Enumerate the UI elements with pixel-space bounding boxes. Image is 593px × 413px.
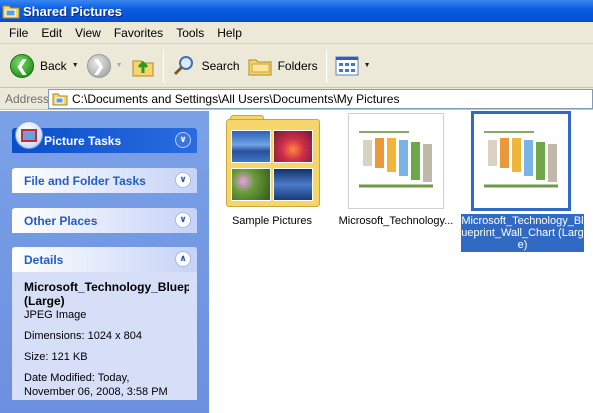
- wall-chart-thumbnail-icon: [355, 124, 437, 194]
- forward-dropdown-icon[interactable]: ▼: [116, 62, 123, 69]
- forward-button[interactable]: ❯ ▼: [83, 48, 127, 84]
- search-icon: [173, 55, 193, 75]
- picture-tasks-title: Picture Tasks: [44, 133, 122, 148]
- folders-button[interactable]: Folders: [244, 48, 322, 84]
- toolbar: ❮ Back ▼ ❯ ▼ Search Folders ▼: [0, 44, 593, 88]
- menu-favorites[interactable]: Favorites: [109, 26, 168, 40]
- item-label: Microsoft_Technology...: [338, 215, 454, 227]
- image-thumbnail: [348, 113, 444, 209]
- views-dropdown-icon[interactable]: ▼: [364, 62, 371, 69]
- address-path: C:\Documents and Settings\All Users\Docu…: [72, 92, 400, 106]
- file-list: Sample Pictures Microsoft_Technology...: [209, 111, 593, 413]
- task-pane: Picture Tasks ∨ File and Folder Tasks ∨ …: [0, 111, 209, 413]
- image-thumbnail: [471, 111, 571, 211]
- up-folder-button[interactable]: [127, 48, 159, 84]
- address-field[interactable]: C:\Documents and Settings\All Users\Docu…: [48, 89, 593, 109]
- picture-tasks-header[interactable]: Picture Tasks ∨: [12, 121, 197, 153]
- details-dimensions: Dimensions: 1024 x 804: [24, 330, 143, 342]
- back-dropdown-icon[interactable]: ▼: [72, 62, 79, 69]
- back-arrow-icon: ❮: [10, 53, 34, 78]
- item-label: Sample Pictures: [231, 215, 313, 227]
- details-file-name: Microsoft_Technology_Bluep: [24, 280, 189, 294]
- search-label: Search: [201, 58, 240, 73]
- folder-icon: [52, 92, 68, 106]
- menu-edit[interactable]: Edit: [36, 26, 67, 40]
- menu-bar: File Edit View Favorites Tools Help: [0, 22, 593, 44]
- sample-pictures-folder-icon: [226, 115, 320, 207]
- folder-icon: [2, 3, 20, 19]
- up-folder-icon: [132, 60, 154, 76]
- views-button[interactable]: ▼: [331, 48, 375, 84]
- details-panel: Microsoft_Technology_Bluep (Large) JPEG …: [12, 272, 197, 400]
- back-button[interactable]: ❮ Back ▼: [6, 48, 83, 84]
- details-size: Size: 121 KB: [24, 351, 88, 363]
- other-places-title: Other Places: [24, 213, 98, 228]
- search-button[interactable]: Search: [168, 48, 244, 84]
- details-file-name-suffix: (Large): [24, 294, 65, 308]
- chevron-down-icon[interactable]: ∨: [175, 212, 191, 228]
- address-label: Address: [5, 91, 50, 106]
- other-places-header[interactable]: Other Places ∨: [12, 208, 197, 233]
- window-title: Shared Pictures: [23, 3, 122, 19]
- details-title: Details: [24, 252, 64, 267]
- chevron-down-icon[interactable]: ∨: [175, 172, 191, 188]
- toolbar-separator: [325, 48, 327, 83]
- chevron-down-icon[interactable]: ∨: [175, 132, 191, 148]
- title-bar: Shared Pictures: [0, 0, 593, 22]
- menu-file[interactable]: File: [4, 26, 33, 40]
- menu-help[interactable]: Help: [212, 26, 247, 40]
- address-bar: Address C:\Documents and Settings\All Us…: [0, 88, 593, 110]
- menu-tools[interactable]: Tools: [171, 26, 209, 40]
- folders-label: Folders: [277, 58, 318, 73]
- views-icon: [335, 56, 359, 75]
- wall-chart-thumbnail-icon: [480, 124, 562, 194]
- picture-tasks-icon: [15, 121, 43, 149]
- details-file-type: JPEG Image: [24, 309, 87, 321]
- toolbar-separator: [162, 48, 164, 83]
- details-header[interactable]: Details ∧: [12, 247, 197, 272]
- folders-icon: [248, 59, 272, 75]
- menu-view[interactable]: View: [70, 26, 106, 40]
- forward-arrow-icon: ❯: [86, 53, 111, 78]
- file-folder-tasks-header[interactable]: File and Folder Tasks ∨: [12, 168, 197, 193]
- file-folder-tasks-title: File and Folder Tasks: [24, 173, 146, 188]
- back-label: Back: [40, 58, 67, 73]
- chevron-up-icon[interactable]: ∧: [175, 251, 191, 267]
- details-date-modified-value: November 06, 2008, 3:58 PM: [24, 386, 168, 398]
- details-date-modified: Date Modified: Today,: [24, 372, 130, 384]
- item-label: Microsoft_Technology_Blueprint_Wall_Char…: [461, 214, 584, 252]
